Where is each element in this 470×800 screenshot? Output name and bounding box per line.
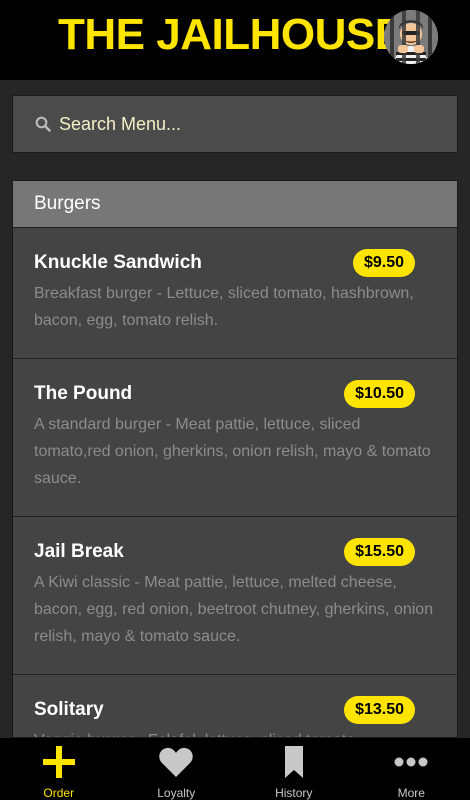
more-dots-icon: [394, 744, 428, 780]
search-icon: [35, 116, 51, 132]
tab-history[interactable]: History: [235, 738, 353, 800]
menu-item-name: Knuckle Sandwich: [34, 252, 202, 273]
tab-loyalty[interactable]: Loyalty: [118, 738, 236, 800]
logo-avatar-icon: [384, 10, 438, 64]
menu-item-name: Jail Break: [34, 541, 124, 562]
menu-item-description: A Kiwi classic - Meat pattie, lettuce, m…: [34, 574, 434, 645]
menu-item[interactable]: Solitary $13.50 Veggie burger - Falafel,…: [13, 675, 457, 737]
bookmark-icon: [283, 744, 305, 780]
tab-label: Order: [43, 786, 75, 800]
price-badge: $10.50: [344, 380, 415, 408]
tab-label: Loyalty: [157, 786, 196, 800]
bottom-tab-bar: Order Loyalty History More: [0, 738, 470, 800]
menu-item-description: Breakfast burger - Lettuce, sliced tomat…: [34, 285, 414, 329]
menu-item-name: The Pound: [34, 383, 133, 404]
search-input[interactable]: [59, 109, 457, 139]
section-header-burgers: Burgers: [13, 181, 457, 228]
heart-icon: [158, 744, 194, 780]
menu-item[interactable]: The Pound $10.50 A standard burger - Mea…: [13, 359, 457, 517]
tab-more[interactable]: More: [353, 738, 470, 800]
menu-item-description: Veggie burger - Falafel, lettuce, sliced…: [34, 727, 439, 737]
tab-order[interactable]: Order: [0, 738, 118, 800]
plus-icon: [42, 744, 76, 780]
menu-item-name: Solitary: [34, 699, 104, 720]
search-bar[interactable]: [12, 95, 458, 153]
menu-item[interactable]: Jail Break $15.50 A Kiwi classic - Meat …: [13, 517, 457, 675]
app-header: THE JAILHOUSE: [0, 0, 470, 80]
menu-item-description: A standard burger - Meat pattie, lettuce…: [34, 416, 431, 487]
price-badge: $9.50: [352, 249, 415, 277]
menu-item[interactable]: Knuckle Sandwich $9.50 Breakfast burger …: [13, 228, 457, 359]
tab-label: History: [275, 786, 313, 800]
menu-list: Burgers Knuckle Sandwich $9.50 Breakfast…: [12, 180, 458, 738]
app-title: THE JAILHOUSE: [58, 10, 404, 59]
price-badge: $13.50: [344, 696, 415, 724]
price-badge: $15.50: [344, 538, 415, 566]
tab-label: More: [397, 786, 425, 800]
